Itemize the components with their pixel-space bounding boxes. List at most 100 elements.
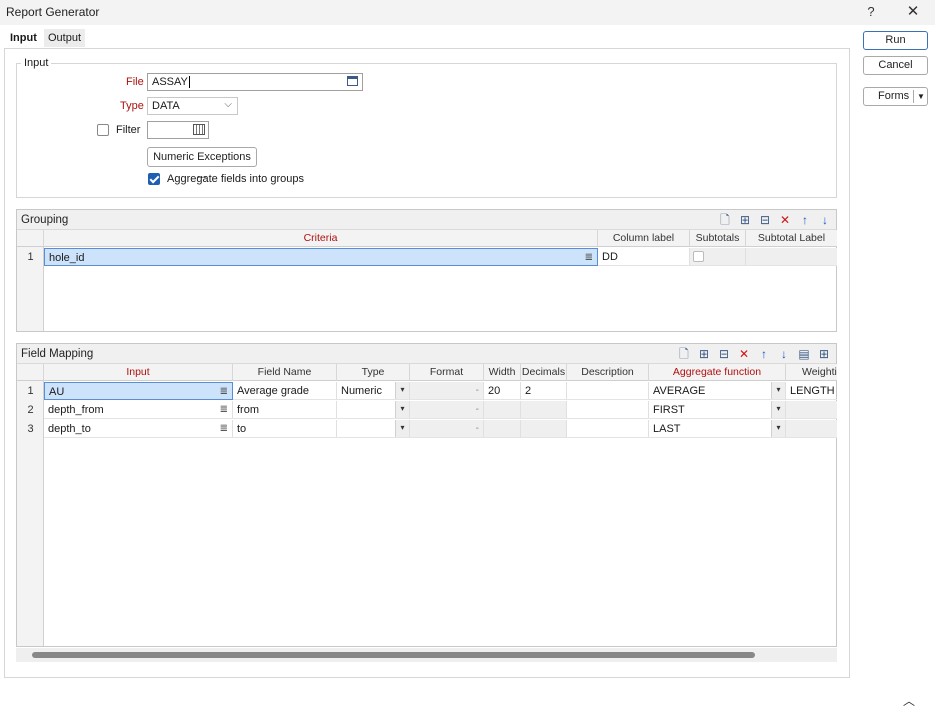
field-mapping-grid: Field Mapping 🗋 ⊞ ⊟ ✕ ↑ ↓ ▤ ⊞ Input Fiel… [16, 343, 837, 647]
aggregate-cell[interactable]: FIRST ▾ [649, 401, 786, 419]
column-label-cell[interactable]: DD [598, 248, 690, 266]
append-row-icon[interactable]: ⊟ [716, 346, 732, 362]
cancel-button[interactable]: Cancel [863, 56, 928, 75]
subtotals-checkbox[interactable] [693, 251, 704, 262]
filter-checkbox[interactable] [97, 124, 109, 136]
input-cell[interactable]: AU ≣ [44, 382, 233, 400]
subtotals-header[interactable]: Subtotals [690, 230, 746, 247]
list-icon[interactable]: ≣ [220, 420, 228, 437]
width-cell[interactable] [484, 420, 521, 438]
criteria-header[interactable]: Criteria [44, 230, 598, 247]
new-row-icon[interactable]: 🗋 [717, 212, 733, 228]
append-row-icon[interactable]: ⊟ [757, 212, 773, 228]
insert-row-icon[interactable]: ⊞ [737, 212, 753, 228]
type-cell[interactable]: ▾ [337, 401, 410, 419]
decimals-cell[interactable] [521, 420, 567, 438]
close-button[interactable]: ✕ [898, 2, 928, 22]
add-column-icon[interactable]: ⊞ [816, 346, 832, 362]
move-up-icon[interactable]: ↑ [756, 346, 772, 362]
weighting-cell[interactable]: LENGTH [786, 382, 837, 400]
subtotals-cell[interactable] [690, 248, 746, 266]
criteria-value: hole_id [49, 252, 85, 264]
decimals-header[interactable]: Decimals [521, 364, 567, 381]
dash-icon: - [475, 404, 479, 415]
chevron-up-icon[interactable]: ︿ [903, 692, 915, 709]
delete-row-icon[interactable]: ✕ [736, 346, 752, 362]
dropdown-arrow-icon[interactable]: ▾ [771, 401, 785, 418]
file-field[interactable]: ASSAY [147, 73, 363, 91]
description-cell[interactable] [567, 401, 649, 419]
help-button[interactable]: ? [856, 2, 886, 22]
aggregate-value: AVERAGE [653, 385, 706, 397]
dropdown-arrow-icon[interactable]: ▾ [395, 401, 409, 418]
aggregate-cell[interactable]: LAST ▾ [649, 420, 786, 438]
subtotal-label-cell[interactable] [746, 248, 837, 266]
numeric-exceptions-button[interactable]: Numeric Exceptions ... [147, 147, 257, 181]
width-cell[interactable] [484, 401, 521, 419]
type-select[interactable]: DATA ⌵ [147, 97, 238, 115]
forms-button[interactable]: Forms ▼ [863, 87, 928, 106]
column-label-header[interactable]: Column label [598, 230, 690, 247]
subtotal-label-header[interactable]: Subtotal Label [746, 230, 837, 247]
dropdown-arrow-icon[interactable]: ▾ [771, 382, 785, 399]
type-cell[interactable]: ▾ [337, 420, 410, 438]
aggregate-cell[interactable]: AVERAGE ▾ [649, 382, 786, 400]
input-value: depth_to [48, 423, 91, 435]
field-name-cell[interactable]: Average grade [233, 382, 337, 400]
list-icon[interactable]: ≣ [220, 383, 228, 399]
weighting-cell[interactable] [786, 401, 837, 419]
horizontal-scrollbar[interactable] [16, 648, 837, 662]
move-up-icon[interactable]: ↑ [797, 212, 813, 228]
dropdown-arrow-icon[interactable]: ▾ [395, 420, 409, 437]
list-icon[interactable]: ≣ [220, 401, 228, 418]
field-name-cell[interactable]: to [233, 420, 337, 438]
type-cell[interactable]: Numeric ▾ [337, 382, 410, 400]
file-browse-icon[interactable] [347, 76, 358, 86]
weighting-header[interactable]: Weighti [786, 364, 837, 381]
type-label: Type [120, 100, 144, 112]
tab-output[interactable]: Output [44, 29, 86, 47]
move-down-icon[interactable]: ↓ [817, 212, 833, 228]
delete-row-icon[interactable]: ✕ [777, 212, 793, 228]
filter-table-icon[interactable] [193, 124, 205, 135]
aggregate-checkbox[interactable] [148, 173, 160, 185]
field-name-cell[interactable]: from [233, 401, 337, 419]
description-header[interactable]: Description [567, 364, 649, 381]
list-icon[interactable]: ≣ [585, 249, 593, 265]
description-cell[interactable] [567, 420, 649, 438]
input-header[interactable]: Input [44, 364, 233, 381]
tab-input[interactable]: Input [6, 29, 41, 47]
field-name-header[interactable]: Field Name [233, 364, 337, 381]
new-row-icon[interactable]: 🗋 [676, 346, 692, 362]
scrollbar-thumb[interactable] [32, 652, 755, 658]
decimals-cell[interactable] [521, 401, 567, 419]
columns-icon[interactable]: ▤ [796, 346, 812, 362]
aggregate-value: LAST [653, 423, 681, 435]
weighting-cell[interactable] [786, 420, 837, 438]
type-value: Numeric [341, 385, 382, 397]
format-cell[interactable]: - [410, 401, 484, 419]
aggregate-function-header[interactable]: Aggregate function [649, 364, 786, 381]
criteria-cell[interactable]: hole_id ≣ [44, 248, 598, 266]
format-cell[interactable]: - [410, 382, 484, 400]
dropdown-arrow-icon[interactable]: ▾ [395, 382, 409, 399]
format-header[interactable]: Format [410, 364, 484, 381]
input-group-legend: Input [21, 57, 52, 69]
grouping-header-bar: Grouping 🗋 ⊞ ⊟ ✕ ↑ ↓ [17, 210, 836, 230]
width-cell[interactable]: 20 [484, 382, 521, 400]
description-cell[interactable] [567, 382, 649, 400]
insert-row-icon[interactable]: ⊞ [696, 346, 712, 362]
dropdown-arrow-icon[interactable]: ▾ [771, 420, 785, 437]
input-cell[interactable]: depth_from ≣ [44, 401, 233, 419]
input-value: depth_from [48, 404, 104, 416]
type-header[interactable]: Type [337, 364, 410, 381]
format-cell[interactable]: - [410, 420, 484, 438]
corner-header [17, 230, 44, 247]
filter-field[interactable] [147, 121, 209, 139]
decimals-cell[interactable]: 2 [521, 382, 567, 400]
width-header[interactable]: Width [484, 364, 521, 381]
move-down-icon[interactable]: ↓ [776, 346, 792, 362]
input-cell[interactable]: depth_to ≣ [44, 420, 233, 438]
forms-dropdown-icon[interactable]: ▼ [917, 88, 925, 105]
run-button[interactable]: Run [863, 31, 928, 50]
